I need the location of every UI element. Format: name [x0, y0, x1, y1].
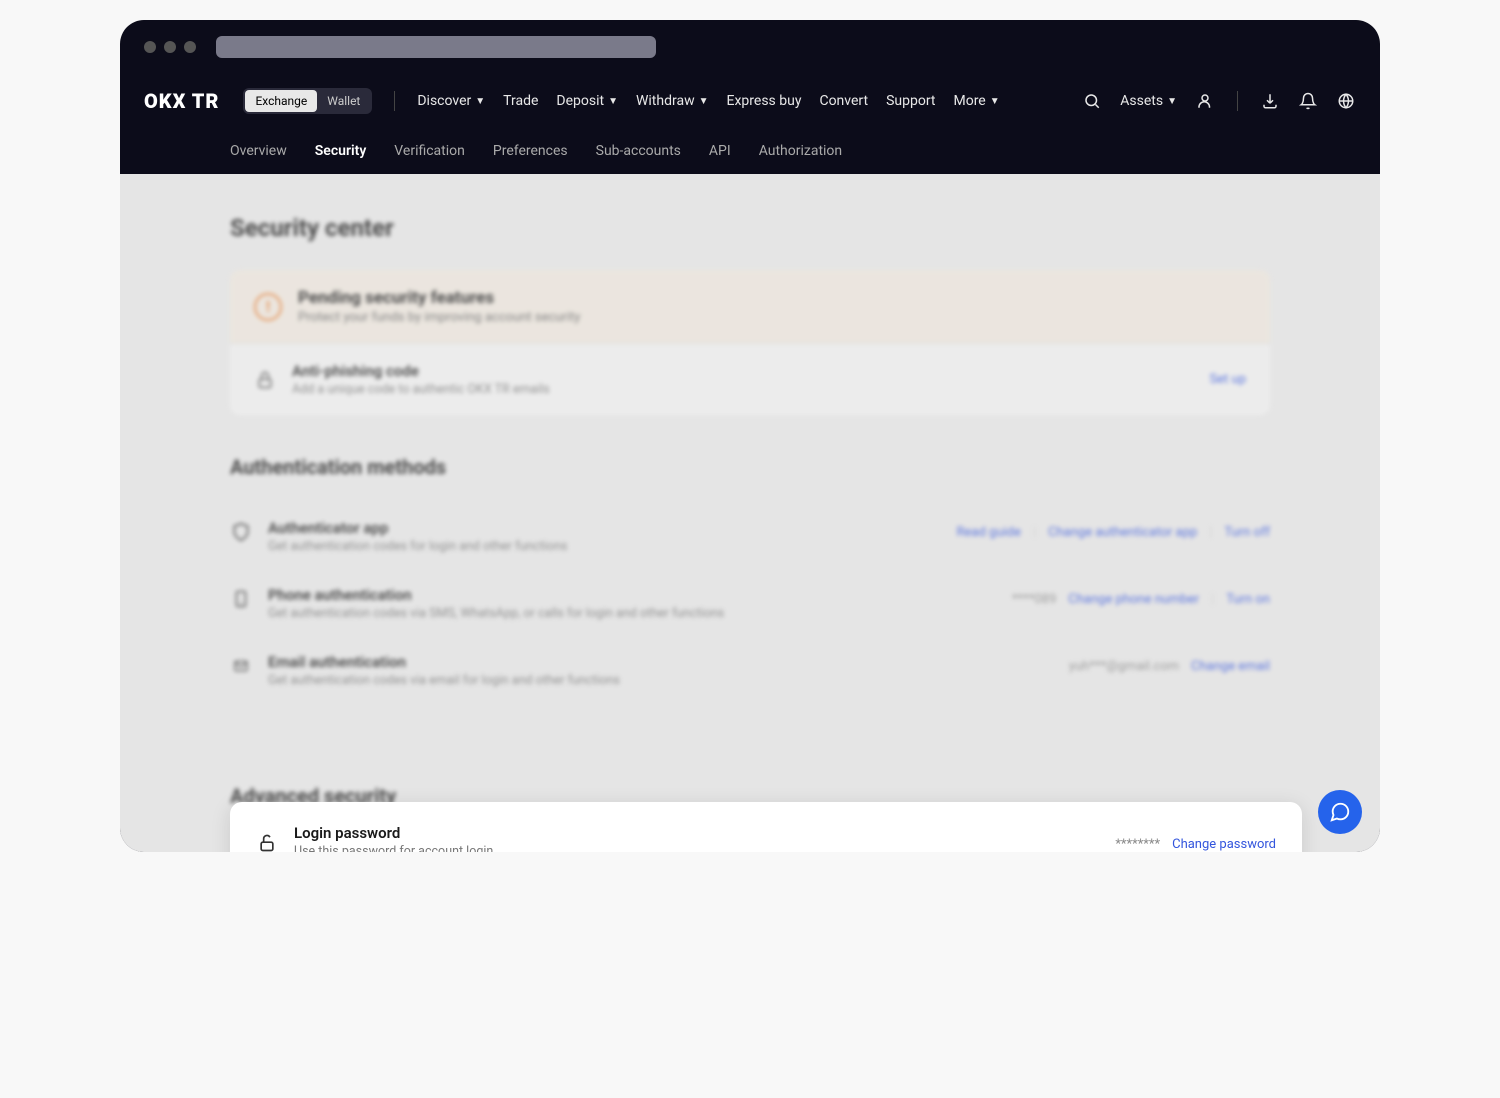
email-title: Email authentication	[268, 653, 1053, 671]
brand-logo[interactable]: OKX TR	[144, 89, 219, 113]
authenticator-title: Authenticator app	[268, 519, 940, 537]
bell-icon[interactable]	[1298, 91, 1318, 111]
anti-phishing-row: Anti-phishing code Add a unique code to …	[230, 343, 1270, 415]
window-min-dot[interactable]	[164, 41, 176, 53]
window-max-dot[interactable]	[184, 41, 196, 53]
turn-on-phone-link[interactable]: Turn on	[1226, 592, 1270, 607]
nav-withdraw[interactable]: Withdraw▼	[636, 93, 709, 109]
exchange-toggle[interactable]: Exchange	[245, 90, 317, 112]
page-title: Security center	[230, 214, 1270, 242]
anti-phishing-title: Anti-phishing code	[292, 362, 1193, 380]
password-masked: ********	[1115, 837, 1160, 852]
auth-methods-heading: Authentication methods	[230, 455, 1270, 479]
login-password-row: Login password Use this password for acc…	[230, 802, 1302, 852]
subnav-verification[interactable]: Verification	[394, 131, 465, 171]
blurred-background: Security center ! Pending security featu…	[120, 174, 1380, 852]
change-password-link[interactable]: Change password	[1172, 837, 1276, 852]
subnav-sub-accounts[interactable]: Sub-accounts	[596, 131, 681, 171]
phone-desc: Get authentication codes via SMS, WhatsA…	[268, 606, 996, 621]
chat-fab[interactable]	[1318, 790, 1362, 834]
anti-phishing-setup-link[interactable]: Set up	[1209, 372, 1246, 387]
chevron-down-icon: ▼	[699, 96, 709, 107]
browser-window: OKX TR Exchange Wallet Discover▼ Trade D…	[120, 20, 1380, 852]
chevron-down-icon: ▼	[608, 96, 618, 107]
nav-discover[interactable]: Discover▼	[417, 93, 485, 109]
chat-icon	[1329, 801, 1351, 823]
phone-auth-row: Phone authentication Get authentication …	[230, 570, 1270, 637]
subnav-api[interactable]: API	[709, 131, 731, 171]
user-icon[interactable]	[1195, 91, 1215, 111]
phone-masked: ****089	[1012, 592, 1056, 607]
anti-phishing-desc: Add a unique code to authentic OKX TR em…	[292, 382, 1193, 397]
download-icon[interactable]	[1260, 91, 1280, 111]
subnav-authorization[interactable]: Authorization	[759, 131, 842, 171]
change-phone-link[interactable]: Change phone number	[1068, 592, 1199, 607]
pending-title: Pending security features	[298, 288, 580, 308]
pending-desc: Protect your funds by improving account …	[298, 310, 580, 325]
change-authenticator-link[interactable]: Change authenticator app	[1048, 525, 1197, 540]
authenticator-desc: Get authentication codes for login and o…	[268, 539, 940, 554]
nav-assets[interactable]: Assets▼	[1120, 93, 1177, 109]
email-desc: Get authentication codes via email for l…	[268, 673, 1053, 688]
subnav-overview[interactable]: Overview	[230, 131, 287, 171]
search-icon[interactable]	[1082, 91, 1102, 111]
chevron-down-icon: ▼	[1167, 96, 1177, 107]
phone-title: Phone authentication	[268, 586, 996, 604]
subnav-security[interactable]: Security	[315, 131, 367, 171]
pending-banner: ! Pending security features Protect your…	[230, 270, 1270, 343]
nav-convert[interactable]: Convert	[819, 93, 868, 109]
nav-trade[interactable]: Trade	[503, 93, 538, 109]
login-password-desc: Use this password for account login	[294, 844, 1099, 852]
globe-icon[interactable]	[1336, 91, 1356, 111]
phone-icon	[230, 588, 252, 610]
login-password-title: Login password	[294, 824, 1099, 842]
wallet-toggle[interactable]: Wallet	[317, 90, 370, 112]
mode-toggle: Exchange Wallet	[243, 88, 372, 114]
warning-icon: !	[254, 293, 282, 321]
window-titlebar	[120, 20, 1380, 74]
email-masked: yuh***@gmail.com	[1069, 659, 1179, 674]
chevron-down-icon: ▼	[990, 96, 1000, 107]
window-controls	[144, 41, 196, 53]
email-icon	[230, 655, 252, 677]
subnav-preferences[interactable]: Preferences	[493, 131, 568, 171]
nav-more[interactable]: More▼	[953, 93, 999, 109]
nav-support[interactable]: Support	[886, 93, 935, 109]
email-auth-row: Email authentication Get authentication …	[230, 637, 1270, 704]
nav-express-buy[interactable]: Express buy	[727, 93, 802, 109]
turn-off-authenticator-link[interactable]: Turn off	[1224, 525, 1270, 540]
nav-deposit[interactable]: Deposit▼	[556, 93, 618, 109]
shield-icon	[230, 521, 252, 543]
window-close-dot[interactable]	[144, 41, 156, 53]
read-guide-link[interactable]: Read guide	[956, 525, 1020, 540]
nav-divider	[394, 91, 395, 111]
nav-divider	[1237, 91, 1238, 111]
authenticator-app-row: Authenticator app Get authentication cod…	[230, 503, 1270, 570]
account-subnav: Overview Security Verification Preferenc…	[120, 128, 1380, 174]
lock-key-icon	[254, 369, 276, 391]
lock-open-icon	[256, 832, 278, 853]
top-nav: OKX TR Exchange Wallet Discover▼ Trade D…	[120, 74, 1380, 128]
change-email-link[interactable]: Change email	[1191, 659, 1270, 674]
chevron-down-icon: ▼	[475, 96, 485, 107]
url-bar[interactable]	[216, 36, 656, 58]
content-area: Security center ! Pending security featu…	[120, 174, 1380, 852]
